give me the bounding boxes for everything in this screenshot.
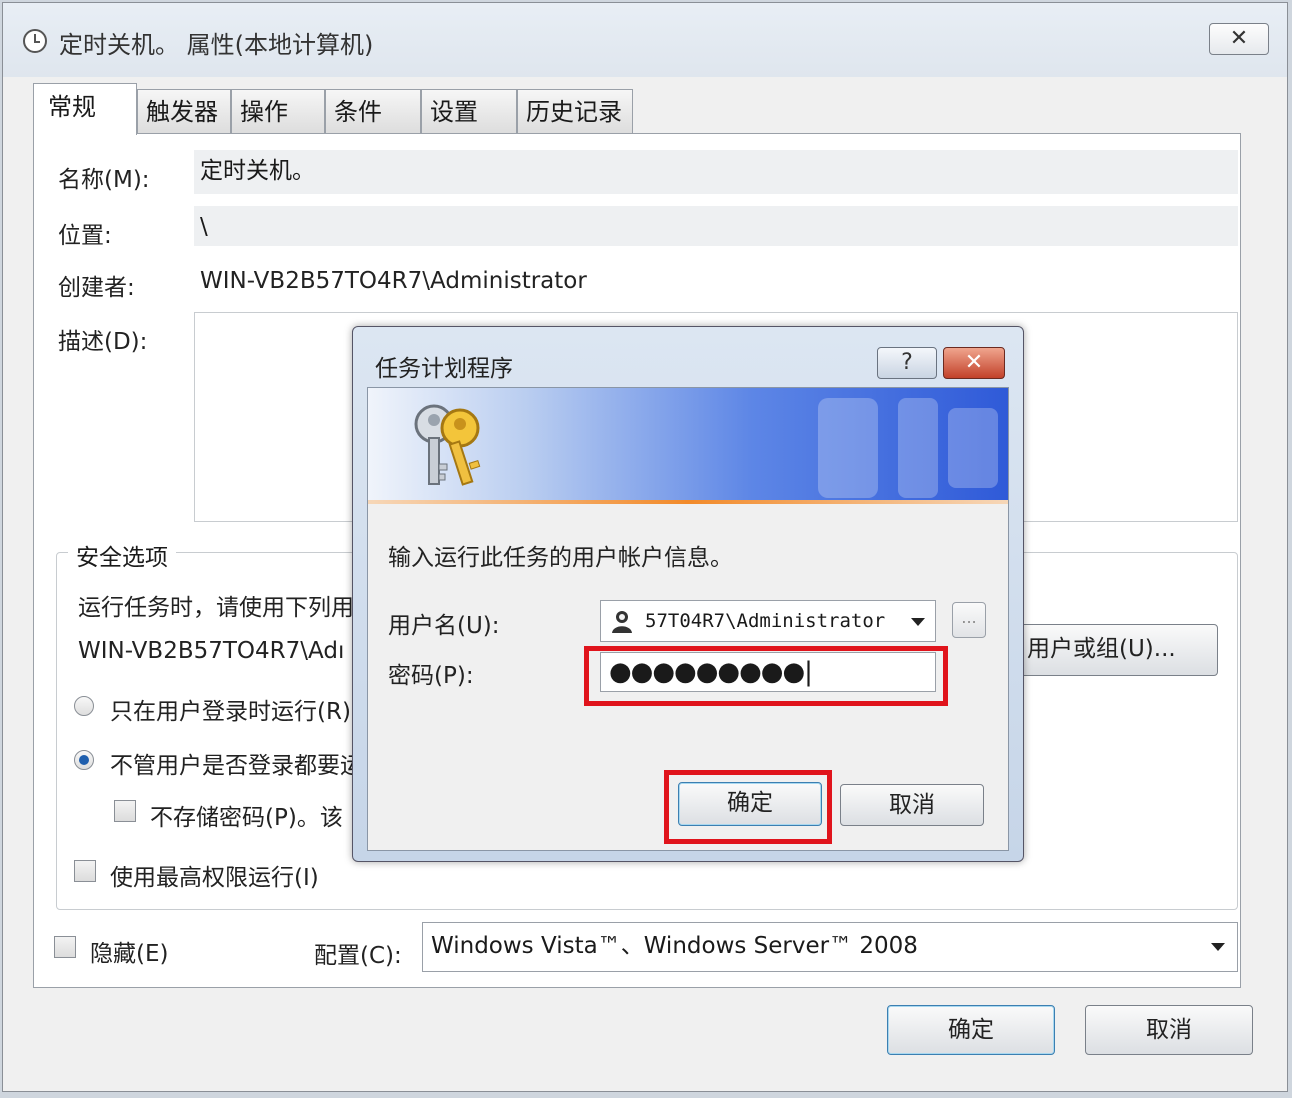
hidden-checkbox[interactable]	[54, 936, 76, 958]
title-bar: 定时关机。 属性(本地计算机) ✕	[3, 3, 1287, 77]
highest-privileges-checkbox[interactable]	[74, 860, 96, 882]
user-icon	[612, 611, 632, 633]
change-user-button[interactable]: 用户或组(U)...	[1004, 624, 1218, 676]
ok-highlight-box	[664, 770, 832, 844]
tab-triggers[interactable]: 触发器	[137, 89, 231, 135]
dialog-banner	[368, 388, 1008, 504]
tab-conditions[interactable]: 条件	[325, 89, 421, 135]
config-label: 配置(C):	[314, 943, 402, 969]
chevron-down-icon	[1211, 943, 1225, 951]
banner-watermark-icon	[818, 398, 998, 498]
tab-actions[interactable]: 操作	[231, 89, 325, 135]
username-label: 用户名(U):	[388, 613, 500, 639]
browse-user-button[interactable]: ...	[952, 602, 986, 638]
location-label: 位置:	[58, 223, 112, 249]
keys-icon	[414, 404, 481, 486]
password-highlight-box	[584, 646, 948, 706]
chevron-down-icon	[911, 618, 925, 626]
task-scheduler-dialog: 任务计划程序 ? ✕ 输入运行此任务的用户帐户信息。 用户名(U): 57T04…	[352, 326, 1024, 862]
dialog-body: 输入运行此任务的用户帐户信息。 用户名(U): 57T04R7\Administ…	[367, 387, 1009, 851]
location-field: \	[194, 206, 1238, 246]
banner-accent-line	[368, 500, 1008, 504]
no-store-password-checkbox[interactable]	[114, 800, 136, 822]
clock-icon	[23, 29, 47, 53]
dialog-close-button[interactable]: ✕	[943, 347, 1005, 379]
dialog-title: 任务计划程序	[375, 356, 513, 382]
hidden-label: 隐藏(E)	[90, 941, 169, 967]
help-button[interactable]: ?	[877, 347, 937, 379]
security-options-title: 安全选项	[68, 538, 176, 572]
username-value: 57T04R7\Administrator	[645, 610, 886, 632]
radio-run-whether-logged-on-label: 不管用户是否登录都要运	[110, 753, 363, 779]
config-select[interactable]: Windows Vista™、Windows Server™ 2008	[422, 922, 1238, 972]
tab-settings[interactable]: 设置	[421, 89, 517, 135]
window-close-button[interactable]: ✕	[1209, 23, 1269, 55]
window-title: 定时关机。 属性(本地计算机)	[59, 31, 374, 59]
run-as-account: WIN-VB2B57TO4R7\Adı	[78, 638, 345, 664]
ok-button[interactable]: 确定	[887, 1005, 1055, 1055]
tab-general[interactable]: 常规	[33, 83, 137, 135]
radio-run-when-logged-on-label: 只在用户登录时运行(R)	[110, 699, 351, 725]
no-store-password-label: 不存储密码(P)。该	[150, 805, 343, 831]
config-select-value: Windows Vista™、Windows Server™ 2008	[431, 933, 918, 959]
highest-privileges-label: 使用最高权限运行(I)	[110, 865, 319, 891]
author-label: 创建者:	[58, 275, 135, 301]
name-label: 名称(M):	[58, 167, 150, 193]
run-as-text: 运行任务时，请使用下列用	[78, 595, 354, 621]
radio-run-when-logged-on[interactable]	[74, 696, 94, 716]
author-value: WIN-VB2B57TO4R7\Administrator	[200, 268, 587, 294]
tab-history[interactable]: 历史记录	[517, 89, 633, 135]
description-label: 描述(D):	[58, 329, 148, 355]
radio-run-whether-logged-on[interactable]	[74, 750, 94, 770]
username-combo[interactable]: 57T04R7\Administrator	[600, 600, 936, 642]
dialog-prompt: 输入运行此任务的用户帐户信息。	[388, 545, 733, 571]
cancel-button[interactable]: 取消	[1085, 1005, 1253, 1055]
dialog-cancel-button[interactable]: 取消	[840, 784, 984, 826]
name-field[interactable]: 定时关机。	[194, 150, 1238, 194]
password-label: 密码(P):	[388, 663, 474, 689]
